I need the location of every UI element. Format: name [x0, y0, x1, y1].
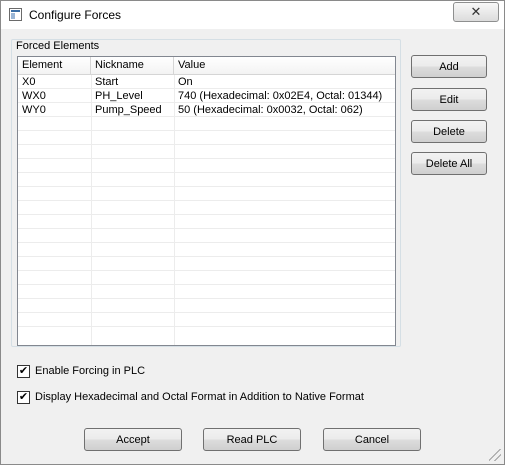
empty-row	[18, 201, 395, 215]
cell-value: 50 (Hexadecimal: 0x0032, Octal: 062)	[178, 104, 363, 116]
empty-row	[18, 271, 395, 285]
forced-elements-list[interactable]: Element Nickname Value X0 Start On WX0 P…	[17, 56, 396, 346]
empty-row	[18, 243, 395, 257]
table-row[interactable]: WY0 Pump_Speed 50 (Hexadecimal: 0x0032, …	[18, 103, 395, 117]
cell-element: X0	[22, 76, 36, 88]
cell-value: On	[178, 76, 193, 88]
empty-row	[18, 313, 395, 327]
column-header-value[interactable]: Value	[174, 57, 395, 75]
empty-row	[18, 285, 395, 299]
column-divider	[91, 75, 92, 345]
table-row[interactable]: WX0 PH_Level 740 (Hexadecimal: 0x02E4, O…	[18, 89, 395, 103]
empty-row	[18, 131, 395, 145]
close-button[interactable]: ✕	[453, 2, 499, 22]
empty-row	[18, 257, 395, 271]
resize-grip-icon[interactable]	[489, 449, 501, 461]
column-header-nickname[interactable]: Nickname	[91, 57, 174, 75]
window-app-icon	[9, 8, 22, 21]
column-header-element[interactable]: Element	[18, 57, 91, 75]
delete-button[interactable]: Delete	[411, 120, 487, 143]
display-hex-octal-option[interactable]: ✔ Display Hexadecimal and Octal Format i…	[17, 390, 364, 404]
empty-row	[18, 229, 395, 243]
close-icon: ✕	[470, 4, 482, 19]
display-hex-octal-checkbox[interactable]: ✔	[17, 390, 30, 404]
forced-elements-group-label: Forced Elements	[16, 40, 100, 52]
display-hex-octal-label: Display Hexadecimal and Octal Format in …	[35, 391, 364, 403]
cancel-button[interactable]: Cancel	[323, 428, 421, 451]
delete-all-button[interactable]: Delete All	[411, 152, 487, 175]
cell-value: 740 (Hexadecimal: 0x02E4, Octal: 01344)	[178, 90, 383, 102]
edit-button[interactable]: Edit	[411, 88, 487, 111]
window-title: Configure Forces	[29, 8, 122, 22]
cell-element: WY0	[22, 104, 46, 116]
column-divider	[174, 75, 175, 345]
enable-forcing-checkbox[interactable]: ✔	[17, 364, 30, 378]
empty-row	[18, 159, 395, 173]
read-plc-button[interactable]: Read PLC	[203, 428, 301, 451]
accept-button[interactable]: Accept	[84, 428, 182, 451]
empty-row	[18, 187, 395, 201]
empty-row	[18, 215, 395, 229]
empty-row	[18, 173, 395, 187]
list-body: X0 Start On WX0 PH_Level 740 (Hexadecima…	[18, 75, 395, 345]
empty-row	[18, 299, 395, 313]
cell-nickname: PH_Level	[95, 90, 143, 102]
add-button[interactable]: Add	[411, 55, 487, 78]
empty-row	[18, 145, 395, 159]
cell-element: WX0	[22, 90, 46, 102]
table-row[interactable]: X0 Start On	[18, 75, 395, 89]
list-header: Element Nickname Value	[18, 57, 395, 75]
title-bar[interactable]: Configure Forces ✕	[1, 1, 504, 29]
configure-forces-dialog: Configure Forces ✕ Forced Elements Eleme…	[0, 0, 505, 465]
cell-nickname: Pump_Speed	[95, 104, 162, 116]
cell-nickname: Start	[95, 76, 119, 88]
enable-forcing-option[interactable]: ✔ Enable Forcing in PLC	[17, 364, 145, 378]
enable-forcing-label: Enable Forcing in PLC	[35, 365, 146, 377]
empty-row	[18, 117, 395, 131]
